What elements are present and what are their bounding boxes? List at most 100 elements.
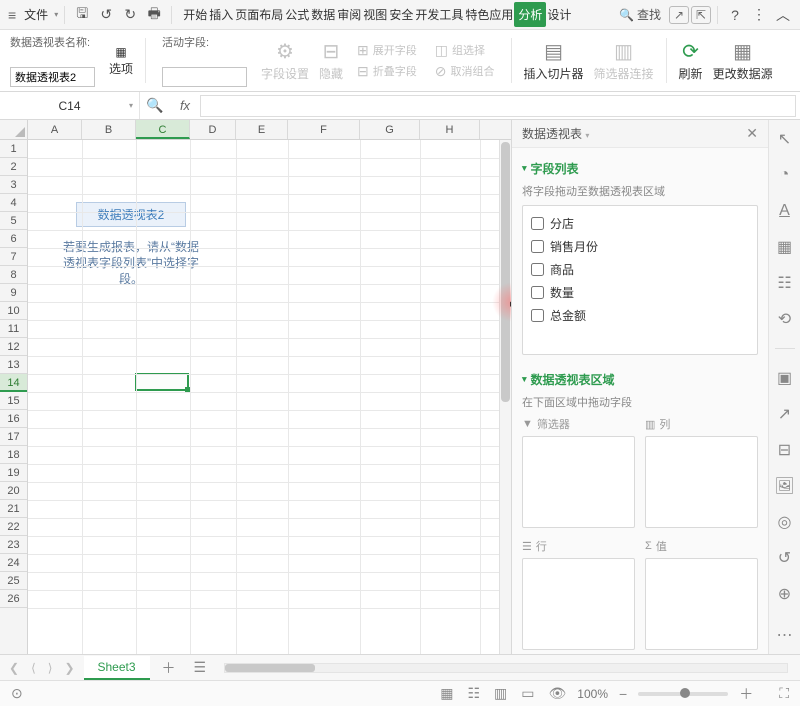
zoom-in-icon[interactable]: ＋ [736, 684, 756, 704]
zoom-out-icon[interactable]: − [616, 686, 630, 702]
row-header[interactable]: 26 [0, 590, 27, 608]
layout-tool-icon[interactable]: ☷ [776, 274, 794, 292]
more-tools-icon[interactable]: ⋯ [776, 626, 794, 644]
image-icon[interactable]: 🖼 [776, 477, 794, 495]
active-field-input[interactable] [162, 67, 247, 87]
row-header[interactable]: 17 [0, 428, 27, 446]
normal-view-icon[interactable]: ▦ [437, 685, 456, 702]
row-header[interactable]: 15 [0, 392, 27, 410]
field-item[interactable]: 销售月份 [531, 235, 749, 258]
field-list[interactable]: 分店销售月份商品数量总金额 [522, 205, 758, 355]
row-header[interactable]: 23 [0, 536, 27, 554]
redo-icon[interactable]: ↻ [119, 4, 141, 26]
clipboard-icon[interactable]: ▣ [776, 369, 794, 387]
cells-area[interactable]: 数据透视表2 若要生成报表，请从“数据透视表字段列表”中选择字段。 [28, 140, 499, 654]
row-header[interactable]: 12 [0, 338, 27, 356]
undo-icon[interactable]: ↺ [95, 4, 117, 26]
filter-drop-zone[interactable] [522, 436, 635, 528]
refresh-button[interactable]: ⟳ 刷新 [679, 34, 703, 87]
close-panel-icon[interactable]: ✕ [746, 125, 758, 142]
tab-start[interactable]: 开始 [182, 2, 208, 27]
bookmark-icon[interactable]: ⊟ [776, 441, 794, 459]
tab-data[interactable]: 数据 [310, 2, 336, 27]
table-tool-icon[interactable]: ▦ [776, 238, 794, 256]
column-header[interactable]: E [236, 120, 288, 139]
sheet-nav-first-icon[interactable]: ❮ [6, 661, 22, 675]
row-header[interactable]: 25 [0, 572, 27, 590]
zoom-value[interactable]: 100% [577, 687, 608, 701]
horizontal-scrollbar[interactable] [224, 663, 788, 673]
help-icon[interactable]: ? [724, 4, 746, 26]
selected-cell[interactable] [135, 373, 189, 391]
columns-drop-zone[interactable] [645, 436, 758, 528]
row-header[interactable]: 8 [0, 266, 27, 284]
row-header[interactable]: 20 [0, 482, 27, 500]
name-box[interactable]: C14 ▾ [0, 92, 140, 119]
sheet-nav-last-icon[interactable]: ❯ [61, 661, 77, 675]
hamburger-icon[interactable]: ≡ [6, 7, 18, 23]
row-header[interactable]: 6 [0, 230, 27, 248]
sheet-list-icon[interactable]: ☰ [188, 659, 213, 676]
field-checkbox[interactable] [531, 217, 544, 230]
row-header[interactable]: 1 [0, 140, 27, 158]
record-macro-icon[interactable]: ⊙ [8, 685, 26, 702]
eye-icon[interactable]: 👁 [546, 685, 570, 702]
row-header[interactable]: 5 [0, 212, 27, 230]
fields-section-title[interactable]: 字段列表 [522, 160, 758, 177]
select-tool-icon[interactable]: ↖ [776, 130, 794, 148]
fullscreen-icon[interactable]: ⛶ [776, 685, 792, 702]
row-header[interactable]: 24 [0, 554, 27, 572]
page-layout-icon[interactable]: ☷ [464, 685, 483, 702]
column-header[interactable]: D [190, 120, 236, 139]
collapse-ribbon-icon[interactable]: ︿ [772, 4, 794, 26]
tab-view[interactable]: 视图 [362, 2, 388, 27]
column-header[interactable]: A [28, 120, 82, 139]
row-header[interactable]: 3 [0, 176, 27, 194]
field-checkbox[interactable] [531, 309, 544, 322]
save-icon[interactable]: 🖫 [71, 4, 93, 26]
page-break-icon[interactable]: ▥ [491, 685, 510, 702]
column-header[interactable]: H [420, 120, 480, 139]
tab-formula[interactable]: 公式 [284, 2, 310, 27]
select-all-corner[interactable] [0, 120, 28, 140]
field-item[interactable]: 分店 [531, 212, 749, 235]
export-icon[interactable]: ⇱ [691, 6, 711, 24]
lock-icon[interactable]: ⊕ [776, 585, 794, 603]
row-header[interactable]: 22 [0, 518, 27, 536]
field-checkbox[interactable] [531, 263, 544, 276]
tab-insert[interactable]: 插入 [208, 2, 234, 27]
text-tool-icon[interactable]: A [776, 202, 794, 220]
tab-security[interactable]: 安全 [388, 2, 414, 27]
row-header[interactable]: 11 [0, 320, 27, 338]
row-header[interactable]: 16 [0, 410, 27, 428]
row-header[interactable]: 4 [0, 194, 27, 212]
tab-developer[interactable]: 开发工具 [414, 2, 464, 27]
sheet-nav-next-icon[interactable]: ⟩ [45, 661, 56, 675]
file-dropdown-icon[interactable]: ▾ [54, 10, 58, 19]
add-sheet-icon[interactable]: ＋ [156, 658, 182, 678]
row-header[interactable]: 7 [0, 248, 27, 266]
change-data-source-button[interactable]: ▦ 更改数据源 [713, 34, 773, 87]
column-headers[interactable]: ABCDEFGH [28, 120, 511, 140]
sheet-tab-active[interactable]: Sheet3 [84, 656, 150, 680]
tab-analyze[interactable]: 分析 [514, 2, 546, 27]
hscroll-thumb[interactable] [225, 664, 315, 672]
tab-special[interactable]: 特色应用 [464, 2, 514, 27]
rows-drop-zone[interactable] [522, 558, 635, 650]
link-icon[interactable]: ↗ [776, 405, 794, 423]
shape-tool-icon[interactable]: ◔ [776, 166, 794, 184]
spreadsheet-grid[interactable]: ABCDEFGH 1234567891011121314151617181920… [0, 120, 512, 654]
file-menu[interactable]: 文件 [20, 6, 52, 23]
formula-input[interactable] [200, 95, 796, 117]
row-header[interactable]: 18 [0, 446, 27, 464]
tab-design[interactable]: 设计 [546, 2, 572, 27]
smart-tool-icon[interactable]: ⟲ [776, 310, 794, 328]
row-header[interactable]: 13 [0, 356, 27, 374]
tab-review[interactable]: 审阅 [336, 2, 362, 27]
scroll-thumb[interactable] [501, 142, 510, 402]
field-checkbox[interactable] [531, 286, 544, 299]
reading-view-icon[interactable]: ▭ [518, 685, 537, 702]
row-header[interactable]: 9 [0, 284, 27, 302]
row-header[interactable]: 19 [0, 464, 27, 482]
fx-icon[interactable]: fx [170, 98, 200, 113]
